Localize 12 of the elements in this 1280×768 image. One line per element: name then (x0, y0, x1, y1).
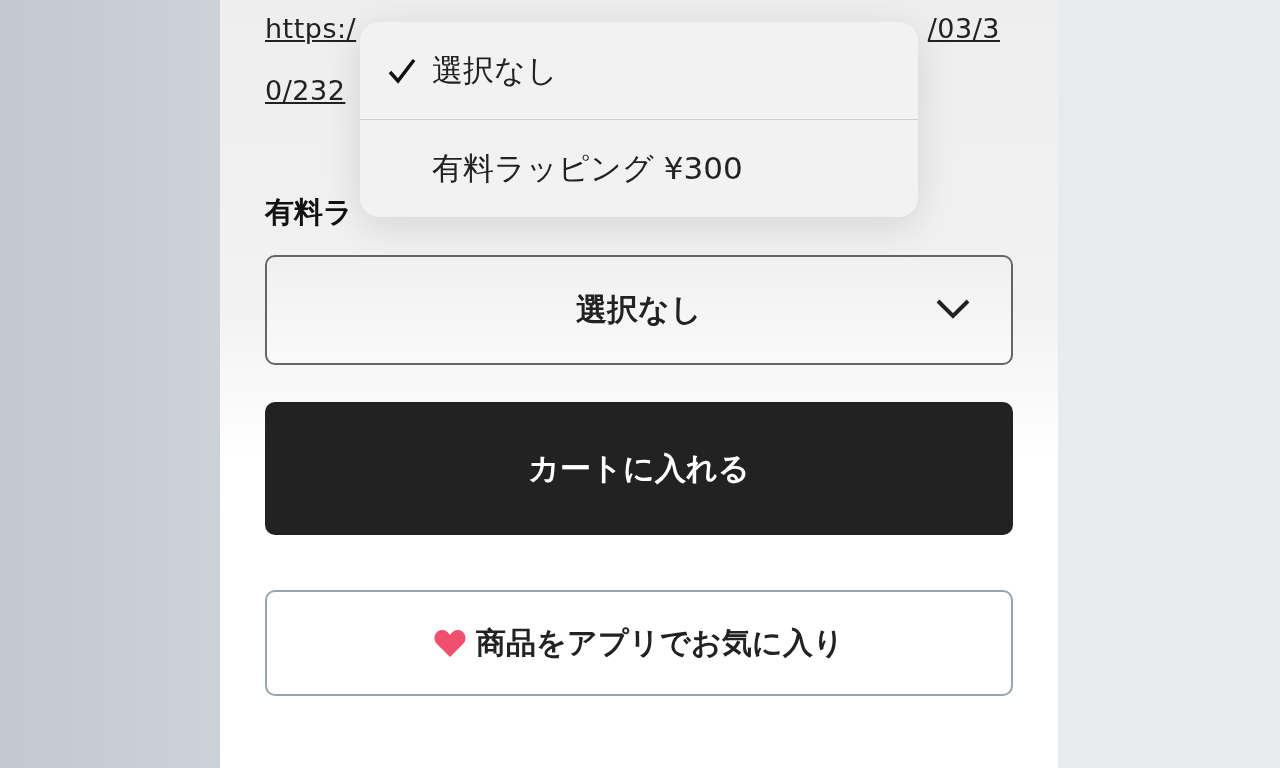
url-link[interactable]: https:/ (265, 12, 357, 44)
favorite-button[interactable]: 商品をアプリでお気に入り (265, 590, 1013, 696)
chevron-down-icon (935, 297, 971, 321)
dropdown-option[interactable]: 有料ラッピング ¥300 (360, 119, 918, 217)
url-link[interactable]: 0/232 (265, 74, 346, 106)
wrapping-label: 有料ラ (265, 194, 353, 231)
url-link[interactable]: /03/3 (927, 12, 1000, 44)
dropdown-option[interactable]: 選択なし (360, 22, 918, 119)
heart-icon (434, 629, 466, 657)
add-to-cart-button[interactable]: カートに入れる (265, 402, 1013, 535)
checkmark-icon (388, 58, 416, 84)
wrapping-select[interactable]: 選択なし (265, 255, 1013, 365)
